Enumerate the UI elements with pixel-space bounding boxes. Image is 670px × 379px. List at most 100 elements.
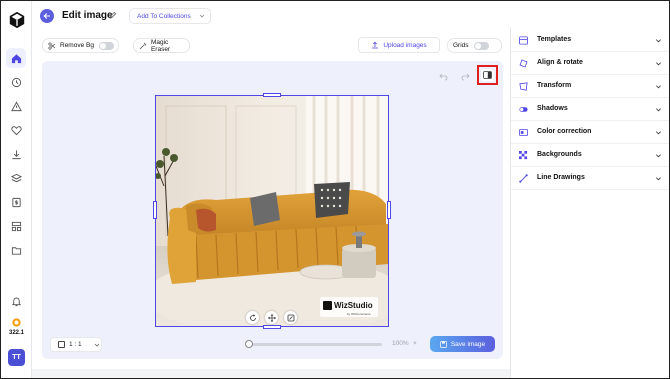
resize-handle-top[interactable]	[263, 93, 281, 97]
panel-item-color-correction[interactable]: Color correction	[511, 121, 669, 144]
watermark-text: WizStudio	[334, 301, 373, 310]
crop-image-button[interactable]	[284, 311, 297, 324]
dollar-icon	[11, 197, 21, 207]
nav-favorites[interactable]	[6, 120, 26, 140]
zoom-slider[interactable]	[245, 340, 382, 348]
remove-bg-label: Remove Bg	[60, 42, 94, 49]
undo-icon	[438, 73, 447, 80]
panel-item-label: Templates	[537, 36, 572, 43]
magic-eraser-button[interactable]: Magic Eraser	[133, 38, 190, 53]
chevron-down-icon	[656, 154, 661, 158]
rotate-image-button[interactable]	[246, 311, 259, 324]
grids-label: Grids	[453, 42, 469, 49]
upload-icon	[372, 41, 379, 49]
panel-item-align-rotate[interactable]: Align & rotate	[511, 52, 669, 75]
rotate-icon	[249, 313, 256, 321]
move-icon	[267, 313, 276, 322]
arrow-left-icon	[43, 13, 50, 19]
coin-icon	[11, 317, 21, 327]
panel-item-label: Line Drawings	[537, 174, 585, 181]
panel-item-backgrounds[interactable]: Backgrounds	[511, 144, 669, 167]
zoom-value: 100%	[392, 340, 409, 347]
ratio-label: 1 : 1	[69, 341, 82, 348]
collections-label: Add To Collections	[137, 12, 191, 20]
panel-item-label: Backgrounds	[537, 151, 582, 158]
panel-item-label: Align & rotate	[537, 59, 583, 66]
redo-button[interactable]	[459, 70, 471, 82]
upload-images-button[interactable]: Upload images	[358, 37, 440, 53]
zoom-slider-knob[interactable]	[245, 340, 253, 348]
resize-handle-left[interactable]	[153, 201, 157, 219]
nav-history[interactable]	[6, 72, 26, 92]
remove-bg-control[interactable]: Remove Bg	[42, 38, 119, 53]
ratio-square-icon	[58, 341, 65, 348]
shadow-icon	[519, 107, 528, 112]
layers-icon	[10, 173, 22, 182]
panel-item-shadows[interactable]: Shadows	[511, 98, 669, 121]
template-icon	[519, 36, 528, 45]
back-button[interactable]	[40, 9, 54, 23]
credits-badge	[6, 312, 26, 332]
left-sidebar: 322.1 TT	[1, 1, 32, 378]
watermark-subtext: by WizCommerce	[347, 312, 371, 316]
edit-options-panel: Templates Align & rotate Transform Shado…	[510, 27, 669, 378]
chevron-down-icon	[656, 39, 661, 43]
nav-layers[interactable]	[6, 168, 26, 188]
magic-wand-icon	[139, 42, 147, 49]
nav-templates[interactable]	[6, 216, 26, 236]
sofa-photo: WizStudio by WizCommerce	[156, 96, 388, 326]
line-drawing-icon	[519, 174, 528, 183]
edit-title-icon[interactable]	[109, 11, 117, 19]
zoom-reset-button[interactable]: ×	[413, 340, 417, 347]
color-correction-icon	[519, 128, 528, 137]
panel-item-transform[interactable]: Transform	[511, 75, 669, 98]
panel-item-label: Shadows	[537, 105, 568, 112]
grid-icon	[11, 221, 21, 231]
nav-billing[interactable]	[6, 192, 26, 212]
panel-item-label: Transform	[537, 82, 572, 89]
app-window: 322.1 TT Edit image Add To Collections R…	[0, 0, 670, 379]
save-image-button[interactable]: Save image	[430, 336, 495, 352]
save-icon	[439, 340, 447, 348]
backgrounds-icon	[519, 151, 528, 160]
nav-warning[interactable]	[6, 96, 26, 116]
history-icon	[11, 77, 21, 87]
chevron-down-icon	[656, 131, 661, 135]
page-title: Edit image	[62, 10, 113, 21]
resize-handle-bottom[interactable]	[263, 325, 281, 329]
nav-downloads[interactable]	[6, 144, 26, 164]
add-to-collections-dropdown[interactable]: Add To Collections	[129, 8, 211, 24]
nav-folders[interactable]	[6, 240, 26, 260]
grids-control[interactable]: Grids	[447, 38, 502, 53]
rotate-icon	[519, 59, 528, 68]
scissors-icon	[48, 41, 56, 50]
nav-notifications[interactable]	[6, 291, 26, 311]
bottom-strip	[32, 369, 510, 378]
credits-count: 322.1	[8, 330, 24, 336]
panel-item-templates[interactable]: Templates	[511, 29, 669, 52]
move-image-button[interactable]	[265, 311, 278, 324]
remove-bg-toggle[interactable]	[98, 41, 114, 50]
chevron-down-icon	[199, 14, 205, 18]
home-icon	[11, 53, 21, 63]
panel-item-line-drawings[interactable]: Line Drawings	[511, 167, 669, 190]
bell-icon	[11, 297, 21, 306]
nav-home[interactable]	[6, 48, 26, 68]
undo-button[interactable]	[437, 70, 449, 82]
resize-handle-right[interactable]	[387, 201, 391, 219]
download-icon	[11, 149, 21, 159]
save-image-label: Save image	[450, 340, 486, 348]
upload-images-label: Upload images	[383, 41, 427, 49]
chevron-down-icon	[656, 62, 661, 66]
magic-eraser-label: Magic Eraser	[150, 38, 171, 53]
split-view-icon	[483, 71, 492, 79]
user-avatar[interactable]: TT	[8, 349, 25, 366]
grids-toggle[interactable]	[473, 41, 489, 50]
chevron-down-icon	[656, 85, 661, 89]
compare-view-button[interactable]	[481, 69, 494, 81]
chevron-down-icon	[94, 343, 99, 347]
aspect-ratio-dropdown[interactable]: 1 : 1	[50, 337, 102, 352]
image-preview[interactable]: WizStudio by WizCommerce	[155, 95, 389, 327]
app-logo-icon[interactable]	[8, 11, 26, 29]
chevron-down-icon	[656, 108, 661, 112]
